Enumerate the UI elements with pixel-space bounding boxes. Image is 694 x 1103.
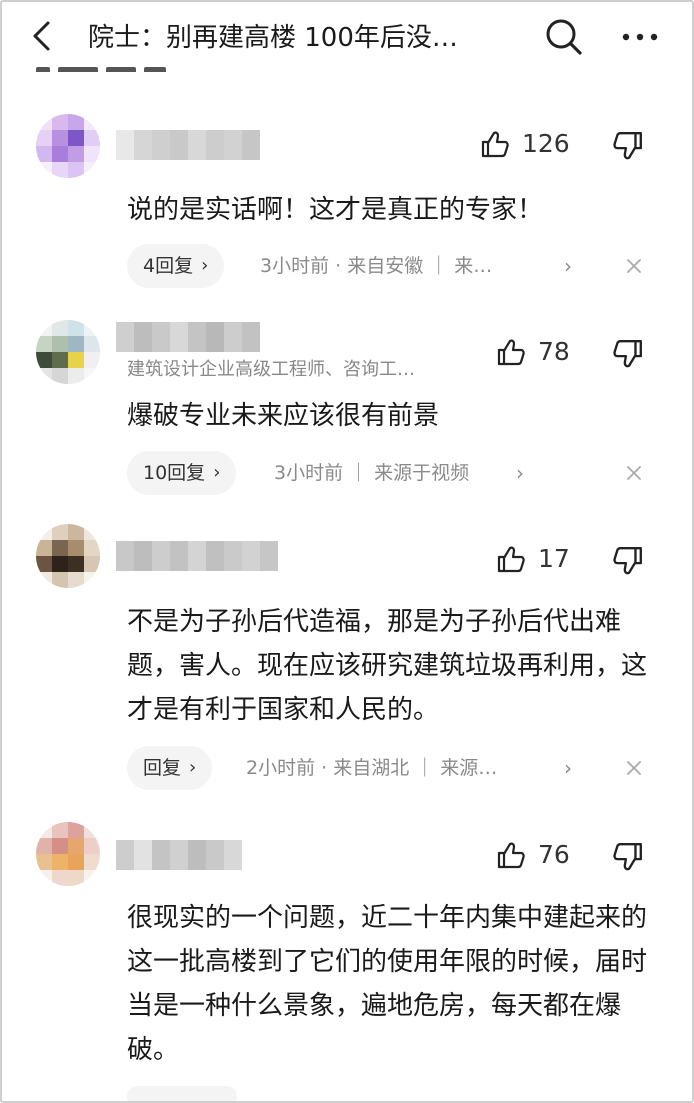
reply-label: 10回复 xyxy=(143,462,206,484)
close-icon[interactable] xyxy=(624,746,644,790)
username[interactable] xyxy=(116,541,278,571)
avatar[interactable] xyxy=(36,320,100,384)
chevron-right-icon[interactable]: › xyxy=(516,451,524,495)
like-count: 76 xyxy=(538,840,570,869)
comment-meta: 4回复 › 3小时前 · 来自安徽 ｜ 来… › xyxy=(0,244,694,288)
comment-meta: 回复 › 2小时前 · 来自湖北 ｜ 来源… › xyxy=(0,746,694,790)
reply-button[interactable]: 回复 › xyxy=(127,746,213,790)
close-icon[interactable] xyxy=(624,451,644,495)
thumbs-up-icon xyxy=(497,339,525,366)
reply-button[interactable]: 4回复 › xyxy=(127,244,225,288)
avatar[interactable] xyxy=(36,524,100,588)
like-button[interactable]: 17 xyxy=(496,543,570,575)
chevron-left-icon xyxy=(33,21,50,51)
dislike-button[interactable] xyxy=(612,338,644,370)
like-button[interactable]: 78 xyxy=(496,336,570,368)
thumbs-down-icon xyxy=(613,843,642,871)
dislike-button[interactable] xyxy=(612,130,644,162)
chevron-right-icon[interactable]: › xyxy=(564,244,572,288)
like-button[interactable]: 126 xyxy=(480,128,570,160)
username[interactable] xyxy=(116,130,260,160)
more-horizontal-icon xyxy=(622,33,658,41)
dislike-button[interactable] xyxy=(612,545,644,577)
search-icon xyxy=(546,19,582,55)
reply-button[interactable] xyxy=(127,1086,237,1103)
dislike-button[interactable] xyxy=(612,841,644,873)
username[interactable] xyxy=(116,322,260,352)
search-button[interactable] xyxy=(543,16,583,56)
chevron-right-icon[interactable]: › xyxy=(564,746,572,790)
comment-text: 很现实的一个问题，近二十年内集中建起来的这一批高楼到了它们的使用年限的时候，届时… xyxy=(127,903,648,1065)
comment-text: 说的是实话啊！这才是真正的专家！ xyxy=(127,195,544,225)
user-title: 建筑设计企业高级工程师、咨询工… xyxy=(127,359,415,380)
like-count: 126 xyxy=(522,129,570,158)
truncated-text-line xyxy=(36,60,186,72)
back-button[interactable] xyxy=(24,18,60,54)
page-title: 院士：别再建高楼 100年后没… xyxy=(88,23,458,53)
like-count: 78 xyxy=(538,337,570,366)
comment-time-location: 2小时前 · 来自湖北 ｜ 来源… xyxy=(246,757,498,779)
like-count: 17 xyxy=(538,544,570,573)
like-button[interactable]: 76 xyxy=(496,839,570,871)
thumbs-down-icon xyxy=(613,340,642,368)
reply-label: 4回复 xyxy=(143,255,194,277)
comment-text: 不是为子孙后代造福，那是为子孙后代出难题，害人。现在应该研究建筑垃圾再利用，这才… xyxy=(127,607,648,725)
avatar[interactable] xyxy=(36,822,100,886)
chevron-right-icon: › xyxy=(213,462,221,483)
comment-time-location: 3小时前 · 来自安徽 ｜ 来… xyxy=(260,255,493,277)
more-button[interactable] xyxy=(617,22,663,52)
close-icon[interactable] xyxy=(624,244,644,288)
avatar[interactable] xyxy=(36,114,100,178)
comment-text: 爆破专业未来应该很有前景 xyxy=(127,401,440,431)
thumbs-down-icon xyxy=(613,547,642,575)
chevron-right-icon: › xyxy=(189,757,197,778)
comment-meta: 10回复 › 3小时前 ｜ 来源于视频 › xyxy=(0,451,694,495)
reply-button[interactable]: 10回复 › xyxy=(127,451,237,495)
reply-label: 回复 xyxy=(143,757,182,779)
thumbs-down-icon xyxy=(613,132,642,160)
thumbs-up-icon xyxy=(497,546,525,573)
thumbs-up-icon xyxy=(497,842,525,869)
chevron-right-icon: › xyxy=(201,255,209,276)
comment-time-location: 3小时前 ｜ 来源于视频 xyxy=(274,462,470,484)
username[interactable] xyxy=(116,840,242,870)
thumbs-up-icon xyxy=(481,131,509,158)
top-bar: 院士：别再建高楼 100年后没… xyxy=(0,0,694,72)
